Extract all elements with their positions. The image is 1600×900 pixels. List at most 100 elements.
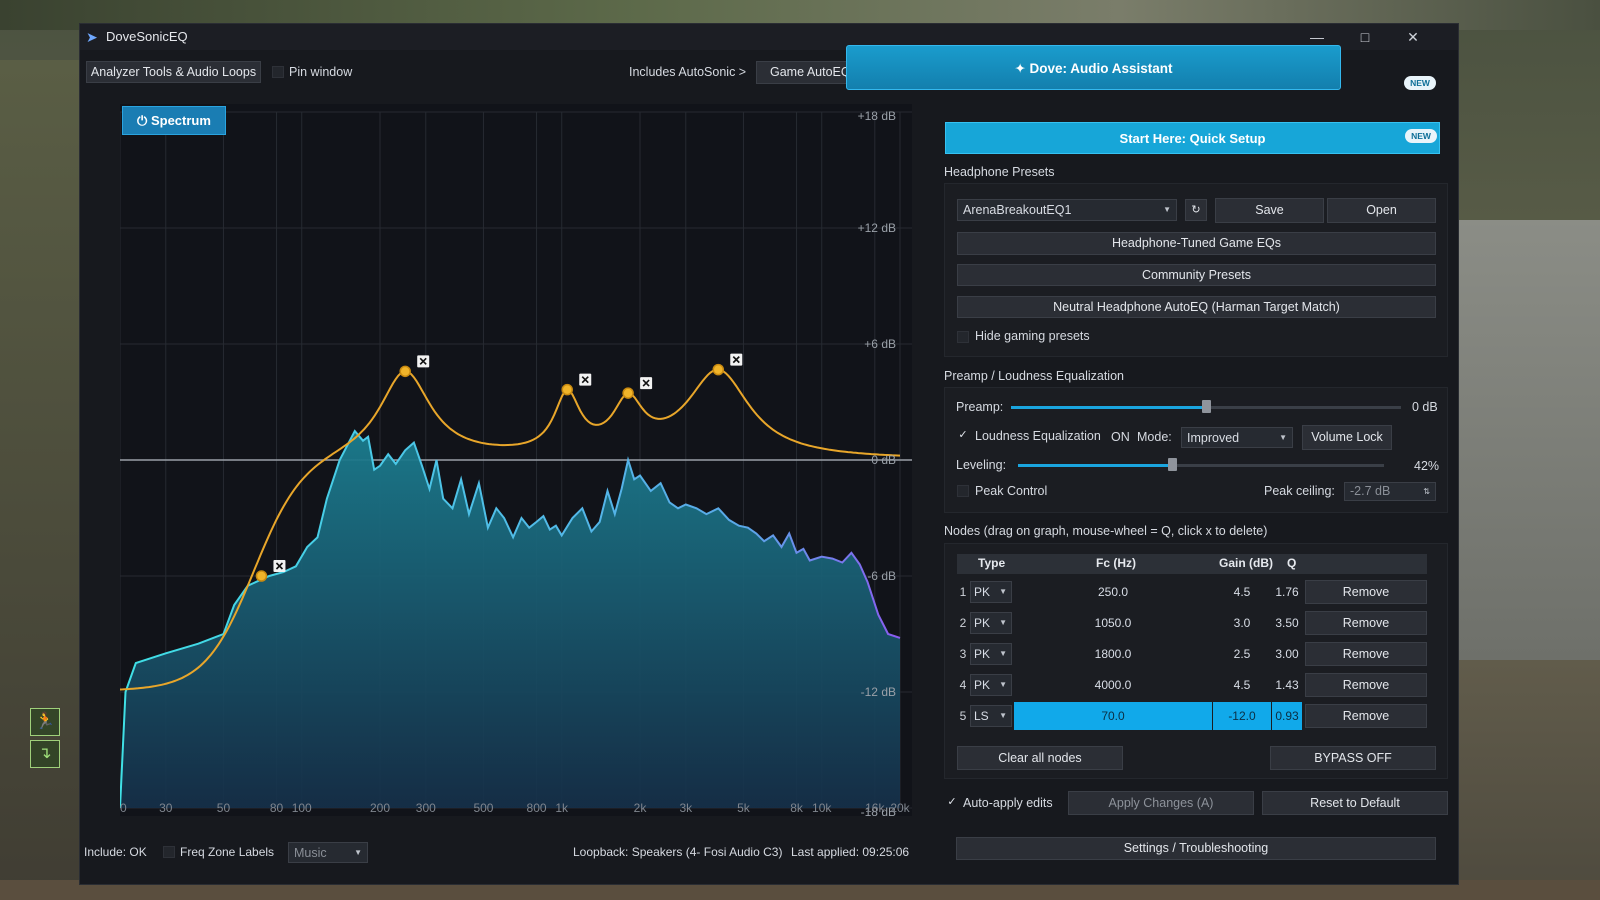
loudness-eq-checkbox[interactable]: ✓ xyxy=(957,430,969,442)
type-select[interactable]: PK ▼ xyxy=(970,674,1012,696)
preamp-slider-thumb[interactable] xyxy=(1202,400,1211,413)
freq-label: 8k xyxy=(790,801,804,815)
analyzer-tools-button[interactable]: Analyzer Tools & Audio Loops xyxy=(86,61,261,83)
new-badge: NEW xyxy=(1405,129,1437,143)
peak-control-checkbox[interactable] xyxy=(957,485,969,497)
maximize-icon[interactable]: □ xyxy=(1342,25,1388,49)
type-select[interactable]: PK ▼ xyxy=(970,643,1012,665)
preset-select-value: ArenaBreakoutEQ1 xyxy=(963,203,1072,217)
fc-cell[interactable]: 1050.0 xyxy=(1014,609,1212,637)
q-cell[interactable]: 3.00 xyxy=(1272,640,1302,668)
freq-zone-labels-checkbox[interactable] xyxy=(163,846,175,858)
settings-troubleshooting-button[interactable]: Settings / Troubleshooting xyxy=(956,837,1436,860)
col-gain: Gain (dB) xyxy=(1219,556,1273,570)
table-row[interactable]: 2 PK ▼ 1050.0 3.0 3.50 Remove xyxy=(957,609,1427,637)
refresh-presets-button[interactable]: ↻ xyxy=(1185,199,1207,221)
freq-label: 20 xyxy=(120,801,127,815)
fc-cell[interactable]: 4000.0 xyxy=(1014,671,1212,699)
headphone-tuned-eqs-button[interactable]: Headphone-Tuned Game EQs xyxy=(957,232,1436,255)
type-select-value: PK xyxy=(974,678,991,692)
sprint-icon: 🏃 xyxy=(30,708,60,736)
type-select[interactable]: LS ▼ xyxy=(970,705,1012,727)
q-cell[interactable]: 1.76 xyxy=(1272,578,1302,606)
remove-node-button[interactable]: Remove xyxy=(1305,673,1427,697)
open-preset-button[interactable]: Open xyxy=(1327,198,1436,223)
reset-default-button[interactable]: Reset to Default xyxy=(1262,791,1448,815)
nodes-header: Nodes (drag on graph, mouse-wheel = Q, c… xyxy=(944,524,1268,538)
eq-node-handle[interactable] xyxy=(399,365,411,378)
eq-node-handle[interactable] xyxy=(622,387,634,399)
fc-cell[interactable]: 70.0 xyxy=(1014,702,1212,730)
chevron-down-icon: ▼ xyxy=(1163,205,1171,214)
community-presets-button[interactable]: Community Presets xyxy=(957,264,1436,286)
auto-apply-checkbox[interactable]: ✓ xyxy=(946,797,958,809)
neutral-autoeq-button[interactable]: Neutral Headphone AutoEQ (Harman Target … xyxy=(957,296,1436,318)
type-select-value: PK xyxy=(974,616,991,630)
db-label: -12 dB xyxy=(861,685,896,699)
table-row[interactable]: 3 PK ▼ 1800.0 2.5 3.00 Remove xyxy=(957,640,1427,668)
hide-gaming-presets-checkbox[interactable] xyxy=(957,331,969,343)
clear-all-nodes-button[interactable]: Clear all nodes xyxy=(957,746,1123,770)
audio-assistant-label: Dove: Audio Assistant xyxy=(1029,61,1173,76)
remove-node-button[interactable]: Remove xyxy=(1305,704,1427,728)
eq-node-handle[interactable] xyxy=(712,363,725,376)
freq-label: 1k xyxy=(555,801,569,815)
remove-node-button[interactable]: Remove xyxy=(1305,642,1427,666)
autosonic-link[interactable]: Includes AutoSonic > xyxy=(629,65,746,79)
volume-lock-button[interactable]: Volume Lock xyxy=(1302,425,1392,450)
freq-zone-labels-label: Freq Zone Labels xyxy=(180,845,275,859)
preset-select[interactable]: ArenaBreakoutEQ1 ▼ xyxy=(957,199,1177,221)
close-icon[interactable]: ✕ xyxy=(1390,25,1436,49)
chevron-down-icon: ▼ xyxy=(999,618,1007,627)
nodes-table-header xyxy=(957,554,1427,574)
pin-window-checkbox[interactable] xyxy=(272,66,284,78)
remove-node-button[interactable]: Remove xyxy=(1305,611,1427,635)
spectrum-toggle-button[interactable]: ⏻ Spectrum xyxy=(122,106,226,135)
freq-label: 800 xyxy=(527,801,547,815)
gain-cell[interactable]: 3.0 xyxy=(1213,609,1271,637)
peak-ceiling-input[interactable]: -2.7 dB ⇅ xyxy=(1344,482,1436,501)
gain-cell[interactable]: 4.5 xyxy=(1213,578,1271,606)
zone-select-value: Music xyxy=(294,846,327,860)
preamp-value: 0 dB xyxy=(1412,400,1438,414)
type-select[interactable]: PK ▼ xyxy=(970,581,1012,603)
q-cell[interactable]: 1.43 xyxy=(1272,671,1302,699)
q-cell[interactable]: 0.93 xyxy=(1272,702,1302,730)
save-preset-button[interactable]: Save xyxy=(1215,198,1324,223)
leveling-slider-fill xyxy=(1018,464,1172,467)
peak-ceiling-value: -2.7 dB xyxy=(1350,484,1391,498)
q-cell[interactable]: 3.50 xyxy=(1272,609,1302,637)
eq-node-handle[interactable] xyxy=(561,383,573,396)
fc-cell[interactable]: 250.0 xyxy=(1014,578,1212,606)
new-badge: NEW xyxy=(1404,76,1436,90)
refresh-icon: ↻ xyxy=(1191,204,1201,216)
table-row[interactable]: 5 LS ▼ 70.0 -12.0 0.93 Remove xyxy=(957,702,1427,730)
spectrum-toggle-label: Spectrum xyxy=(150,113,211,128)
leveling-value: 42% xyxy=(1414,459,1440,473)
eq-graph[interactable]: +18 dB+12 dB+6 dB0 dB-6 dB-12 dB-18 dB20… xyxy=(120,104,912,816)
audio-assistant-button[interactable]: ✦ Dove: Audio Assistant xyxy=(846,45,1341,90)
eq-graph-canvas[interactable]: +18 dB+12 dB+6 dB0 dB-6 dB-12 dB-18 dB20… xyxy=(120,104,912,816)
bypass-button[interactable]: BYPASS OFF xyxy=(1270,746,1436,770)
gain-cell[interactable]: 4.5 xyxy=(1213,671,1271,699)
eq-node-handle[interactable] xyxy=(255,570,268,582)
apply-changes-button[interactable]: Apply Changes (A) xyxy=(1068,791,1254,815)
freq-label: 200 xyxy=(370,801,390,815)
spinner-icon: ⇅ xyxy=(1423,487,1430,496)
table-row[interactable]: 4 PK ▼ 4000.0 4.5 1.43 Remove xyxy=(957,671,1427,699)
loudness-eq-state: ON xyxy=(1111,430,1130,444)
mode-select[interactable]: Improved ▼ xyxy=(1181,427,1293,448)
remove-node-button[interactable]: Remove xyxy=(1305,580,1427,604)
zone-select[interactable]: Music ▼ xyxy=(288,842,368,863)
quick-setup-button[interactable]: Start Here: Quick Setup xyxy=(945,122,1440,154)
fc-cell[interactable]: 1800.0 xyxy=(1014,640,1212,668)
freq-label: 16k xyxy=(865,801,885,815)
pin-window-label: Pin window xyxy=(289,65,353,79)
power-icon: ⏻ xyxy=(137,113,148,128)
type-select[interactable]: PK ▼ xyxy=(970,612,1012,634)
table-row[interactable]: 1 PK ▼ 250.0 4.5 1.76 Remove xyxy=(957,578,1427,606)
gain-cell[interactable]: -12.0 xyxy=(1213,702,1271,730)
leveling-slider-thumb[interactable] xyxy=(1167,458,1177,471)
freq-label: 3k xyxy=(679,801,693,815)
gain-cell[interactable]: 2.5 xyxy=(1213,640,1271,668)
